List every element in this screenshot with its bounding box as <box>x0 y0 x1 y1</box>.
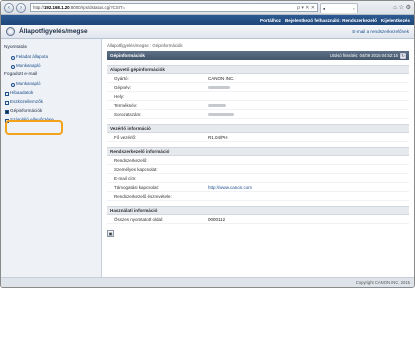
section-title: Gépinformációk <box>110 53 145 58</box>
tab-close-icon[interactable]: × <box>353 6 355 11</box>
logout-link[interactable]: Kijelentkezés <box>381 18 410 23</box>
section-heading: Alapvető gépinformációk <box>107 66 409 74</box>
info-label: Személyes kapcsolat: <box>114 166 158 172</box>
info-row: Rendszerkezelő: <box>107 156 409 165</box>
info-label: Összes nyomtatott oldal: <box>114 216 164 222</box>
info-row: Rendszerkezelő észrevétele: <box>107 192 409 201</box>
sidebar-item-print[interactable]: Nyomtatás <box>1 43 101 52</box>
section-heading: Használati információ <box>107 207 409 215</box>
mail-admin-link[interactable]: E-mail a rendszerkezelőnek <box>352 29 409 34</box>
browser-tools-icons[interactable]: ⌂ ☆ ⚙ <box>393 4 411 11</box>
logged-in-user: Bejelentkező felhasználó: Rendszerkezelő <box>284 17 377 23</box>
info-row: Támogatási kapcsolat: http://www.canon.co… <box>107 183 409 192</box>
info-row: Terméknév: <box>107 101 409 110</box>
info-label: Rendszerkezelő: <box>114 157 148 163</box>
url-path: :8000/rps/dstatus.cgi?CSIT= <box>69 5 126 10</box>
last-updated: Utolsó frissítés: 04/09 2015 04:52:15 ↻ <box>329 52 406 59</box>
section-heading: Vezérlő információ <box>107 125 409 133</box>
url-host: 192.168.1.20 <box>43 5 70 10</box>
sidebar-item-error-info[interactable]: Hibaadatok <box>1 88 101 97</box>
sidebar-item-received-email[interactable]: Fogadott e-mail <box>1 70 101 79</box>
page-title: Állapotfigyelés/megse <box>19 28 88 35</box>
info-label: Sorozatszám: <box>114 111 142 117</box>
info-section: Alapvető gépinformációk Gyártó: CANON INC.… <box>107 65 409 119</box>
info-sections: Alapvető gépinformációk Gyártó: CANON INC.… <box>107 65 409 224</box>
info-value: CANON INC. <box>208 75 235 81</box>
info-row: Sorozatszám: <box>107 110 409 119</box>
browser-window: ‹ › http://192.168.1.20:8000/rps/dstatus… <box>0 0 415 288</box>
main-panel: Állapotfigyelés/megse : Gépinformációk G… <box>102 39 414 283</box>
sidebar-item-job-log[interactable]: Munkanapló <box>1 61 101 70</box>
info-row: E-mail cím: <box>107 174 409 183</box>
info-label: Terméknév: <box>114 102 138 108</box>
sidebar-item-counter-check[interactable]: Számláló ellenőrzése <box>1 115 101 124</box>
portal-link[interactable]: Portálhoz <box>260 18 281 23</box>
address-tools[interactable]: ρ ▾ ✕ ✕ <box>297 5 315 11</box>
info-value: R1.04/PH <box>208 134 228 140</box>
section-header: Gépinformációk Utolsó frissítés: 04/09 2… <box>107 51 409 60</box>
address-bar[interactable]: http://192.168.1.20:8000/rps/dstatus.cgi… <box>30 3 318 12</box>
info-label: Támogatási kapcsolat: <box>114 184 160 190</box>
section-heading: Rendszerkezelő információ <box>107 148 409 156</box>
sidebar-item-device-info[interactable]: Gépinformációk <box>1 106 101 115</box>
print-icon[interactable]: ▣ <box>107 230 114 237</box>
sidebar-item-email-log[interactable]: Munkanapló <box>1 79 101 88</box>
info-label: Gépnév: <box>114 84 132 90</box>
status-monitor-icon <box>6 27 15 36</box>
back-icon[interactable]: ‹ <box>4 2 14 13</box>
info-row: Összes nyomtatott oldal: 0000112 <box>107 215 409 224</box>
browser-toolbar: ‹ › http://192.168.1.20:8000/rps/dstatus… <box>1 1 414 15</box>
info-label: Hely: <box>114 93 125 99</box>
info-label: Gyártó: <box>114 75 129 81</box>
info-row: Gépnév: <box>107 83 409 92</box>
info-value: 0000112 <box>208 216 226 222</box>
sidebar-item-device-features[interactable]: Eszközellemzők <box>1 97 101 106</box>
last-updated-text: Utolsó frissítés: 04/09 2015 04:52:15 <box>329 53 398 58</box>
content-area: Nyomtatás Feladat állapota Munkanapló Fo… <box>1 39 414 283</box>
support-link[interactable]: http://www.canon.com <box>208 185 252 190</box>
info-label: Rendszerkezelő észrevétele: <box>114 193 172 199</box>
redacted-value <box>208 103 226 107</box>
footer: Copyright CANON INC. 2015 <box>1 277 414 287</box>
info-row: Gyártó: CANON INC. <box>107 74 409 83</box>
info-section: Rendszerkezelő információ Rendszerkezelő:… <box>107 147 409 201</box>
info-row: Fő vezérlő: R1.04/PH <box>107 133 409 142</box>
info-section: Vezérlő információ Fő vezérlő: R1.04/PH <box>107 124 409 142</box>
sidebar: Nyomtatás Feladat állapota Munkanapló Fo… <box>1 39 102 283</box>
sidebar-item-job-status[interactable]: Feladat állapota <box>1 52 101 61</box>
info-section: Használati információ Összes nyomtatott o… <box>107 206 409 224</box>
forward-icon[interactable]: › <box>16 2 26 13</box>
redacted-value <box>208 85 230 89</box>
info-row: Hely: <box>107 92 409 101</box>
info-label: E-mail cím: <box>114 175 137 181</box>
info-label: Fő vezérlő: <box>114 134 137 140</box>
refresh-icon[interactable]: ↻ <box>400 52 406 59</box>
tab-favicon-icon: ● <box>323 6 326 11</box>
top-navigation: Portálhoz Bejelentkező felhasználó: Rend… <box>1 15 414 25</box>
url-prefix: http:// <box>33 5 44 10</box>
title-bar: Állapotfigyelés/megse E-mail a rendszerk… <box>1 25 414 39</box>
copyright: Copyright CANON INC. 2015 <box>355 280 410 285</box>
info-row: Személyes kapcsolat: <box>107 165 409 174</box>
tab-strip: ● × <box>320 2 388 13</box>
browser-tab[interactable]: ● × <box>320 3 358 13</box>
redacted-value <box>208 112 234 116</box>
breadcrumb: Állapotfigyelés/megse : Gépinformációk <box>107 43 183 48</box>
